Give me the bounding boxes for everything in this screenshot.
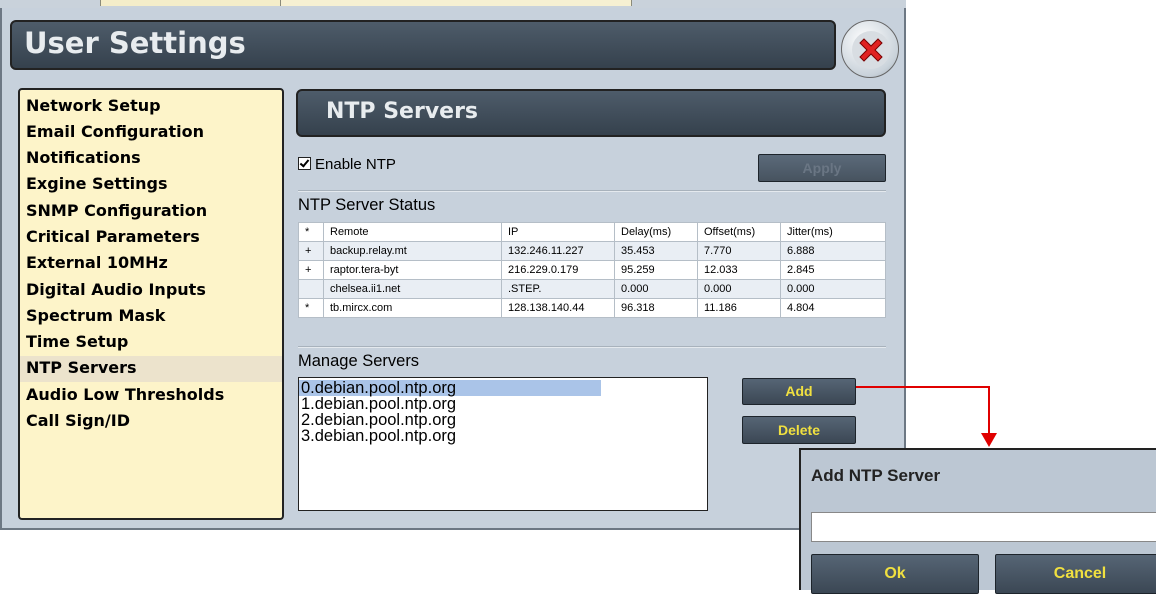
table-cell: 95.259: [614, 260, 698, 280]
table-cell: *: [298, 298, 324, 318]
enable-ntp-checkbox[interactable]: [298, 157, 311, 170]
table-cell: 2.845: [780, 260, 886, 280]
enable-ntp-row: Enable NTP: [298, 156, 396, 173]
divider: [298, 190, 886, 192]
table-cell: .STEP.: [501, 279, 615, 299]
add-ntp-server-dialog: Add NTP Server Ok Cancel: [799, 448, 1156, 594]
enable-ntp-label: Enable NTP: [315, 156, 396, 173]
table-cell: +: [298, 241, 324, 261]
table-row: * tb.mircx.com 128.138.140.44 96.318 11.…: [298, 298, 886, 318]
table-cell: 6.888: [780, 241, 886, 261]
table-row: + backup.relay.mt 132.246.11.227 35.453 …: [298, 241, 886, 261]
sidebar-item-ntp-servers[interactable]: NTP Servers: [20, 356, 282, 382]
dialog-title: Add NTP Server: [811, 466, 941, 485]
callout-arrow-line: [988, 386, 990, 434]
table-header-row: * Remote IP Delay(ms) Offset(ms) Jitter(…: [298, 222, 886, 242]
close-icon: [852, 31, 890, 69]
table-cell: 7.770: [697, 241, 781, 261]
add-server-button[interactable]: Add: [742, 378, 856, 405]
column-header: Offset(ms): [697, 222, 781, 242]
sidebar-item-audio-low-thresholds[interactable]: Audio Low Thresholds: [26, 383, 224, 409]
server-listbox[interactable]: 0.debian.pool.ntp.org 1.debian.pool.ntp.…: [298, 377, 708, 511]
panel-title: NTP Servers: [326, 99, 479, 124]
window-title-bar: User Settings: [10, 20, 836, 70]
table-cell: 11.186: [697, 298, 781, 318]
sidebar-item-exgine-settings[interactable]: Exgine Settings: [26, 172, 168, 198]
table-cell: 132.246.11.227: [501, 241, 615, 261]
close-button[interactable]: [841, 20, 899, 78]
background-tab: [280, 0, 632, 6]
background-tab: [100, 0, 282, 6]
table-cell: tb.mircx.com: [323, 298, 502, 318]
server-list-item[interactable]: 3.debian.pool.ntp.org: [301, 428, 456, 445]
delete-server-button[interactable]: Delete: [742, 416, 856, 444]
sidebar-item-snmp-configuration[interactable]: SNMP Configuration: [26, 199, 207, 225]
table-cell: 35.453: [614, 241, 698, 261]
table-cell: 0.000: [614, 279, 698, 299]
table-cell: raptor.tera-byt: [323, 260, 502, 280]
column-header: Jitter(ms): [780, 222, 886, 242]
table-cell: [298, 279, 324, 299]
sidebar-item-notifications[interactable]: Notifications: [26, 146, 141, 172]
sidebar-item-call-sign-id[interactable]: Call Sign/ID: [26, 409, 130, 435]
table-cell: chelsea.ii1.net: [323, 279, 502, 299]
apply-button[interactable]: Apply: [758, 154, 886, 182]
table-cell: 4.804: [780, 298, 886, 318]
ntp-status-table: * Remote IP Delay(ms) Offset(ms) Jitter(…: [298, 222, 886, 318]
sidebar-item-network-setup[interactable]: Network Setup: [26, 94, 161, 120]
sidebar-item-external-10mhz[interactable]: External 10MHz: [26, 251, 168, 277]
table-cell: 128.138.140.44: [501, 298, 615, 318]
ntp-status-title: NTP Server Status: [298, 196, 436, 214]
cancel-button[interactable]: Cancel: [995, 554, 1156, 594]
server-list-item[interactable]: 2.debian.pool.ntp.org: [301, 412, 456, 429]
sidebar-item-digital-audio-inputs[interactable]: Digital Audio Inputs: [26, 278, 206, 304]
table-cell: 0.000: [697, 279, 781, 299]
callout-arrow-head: [981, 433, 997, 447]
column-header: IP: [501, 222, 615, 242]
callout-arrow-line: [856, 386, 990, 388]
panel-title-bar: NTP Servers: [296, 89, 886, 137]
sidebar-item-critical-parameters[interactable]: Critical Parameters: [26, 225, 200, 251]
table-cell: 12.033: [697, 260, 781, 280]
table-cell: 216.229.0.179: [501, 260, 615, 280]
manage-servers-title: Manage Servers: [298, 352, 420, 370]
table-row: + raptor.tera-byt 216.229.0.179 95.259 1…: [298, 260, 886, 280]
sidebar-item-time-setup[interactable]: Time Setup: [26, 330, 128, 356]
column-header: Delay(ms): [614, 222, 698, 242]
table-cell: 96.318: [614, 298, 698, 318]
column-header: *: [298, 222, 324, 242]
table-cell: backup.relay.mt: [323, 241, 502, 261]
column-header: Remote: [323, 222, 502, 242]
divider: [298, 346, 886, 348]
sidebar-item-spectrum-mask[interactable]: Spectrum Mask: [26, 304, 165, 330]
server-list-item[interactable]: 1.debian.pool.ntp.org: [301, 396, 456, 413]
ntp-server-input[interactable]: [811, 512, 1156, 542]
table-cell: 0.000: [780, 279, 886, 299]
settings-sidebar: Network Setup Email Configuration Notifi…: [18, 88, 284, 520]
table-row: chelsea.ii1.net .STEP. 0.000 0.000 0.000: [298, 279, 886, 299]
server-list-item[interactable]: 0.debian.pool.ntp.org: [299, 380, 601, 396]
ok-button[interactable]: Ok: [811, 554, 979, 594]
window-title: User Settings: [24, 26, 246, 60]
sidebar-item-email-configuration[interactable]: Email Configuration: [26, 120, 204, 146]
table-cell: +: [298, 260, 324, 280]
